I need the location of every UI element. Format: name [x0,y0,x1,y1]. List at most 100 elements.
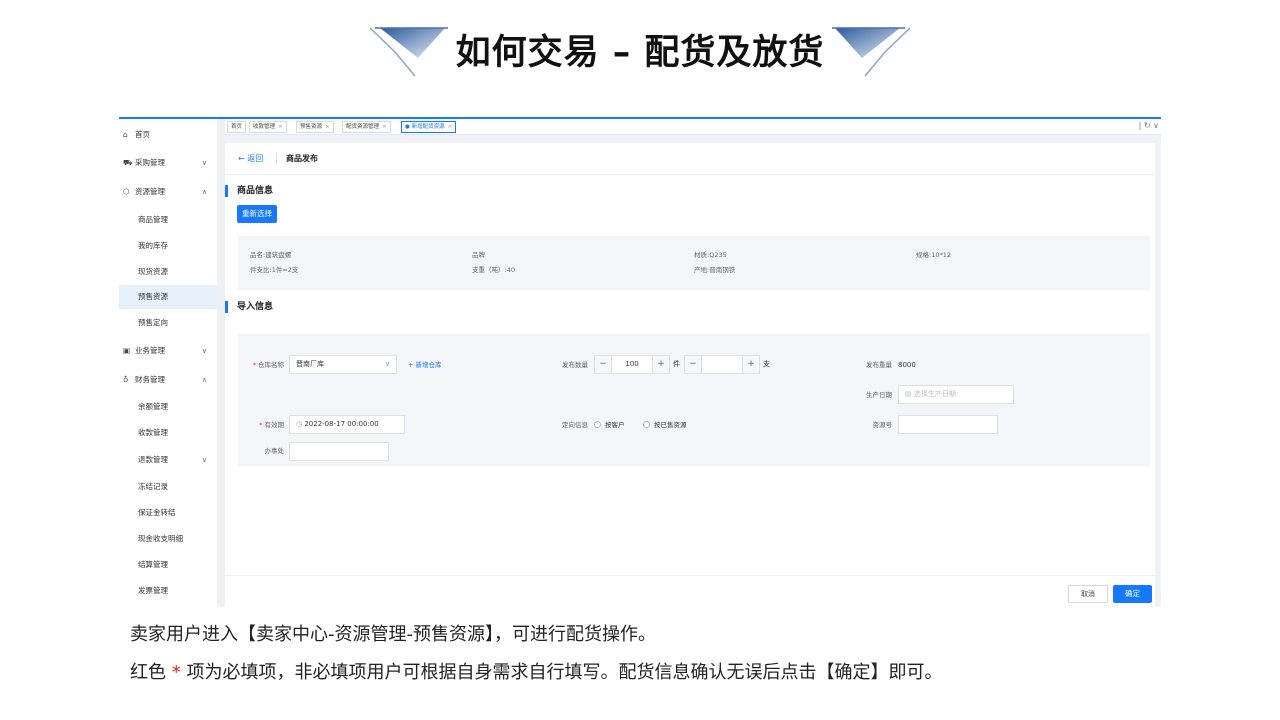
chevron-down-icon: ∨ [201,159,207,167]
tab-allocation-resources[interactable]: 配货资源管理 × [342,121,391,133]
sidebar-item-presale-resources[interactable]: 预售资源 [119,285,217,309]
sidebar-item-inventory[interactable]: 我的库存 [119,234,217,258]
product-ratio: 件支比:1件=2支 [250,266,299,274]
prod-date-picker[interactable]: ▤ 选择生产日期 [898,385,1014,404]
section-title-product: 商品信息 [225,185,273,197]
page-header: ← 返回 商品发布 [225,143,1155,175]
sidebar-item-frozen-records[interactable]: 冻结记录 [119,475,217,499]
sidebar-item-deposit-transfer[interactable]: 保证金转结 [119,501,217,525]
add-warehouse-link[interactable]: + 新增仓库 [408,360,442,370]
briefcase-icon: ▣ [123,346,131,355]
caption-line-1: 卖家用户进入【卖家中心-资源管理-预售资源】，可进行配货操作。 [130,624,656,645]
sidebar: ⌂ 首页 ⛟ 采购管理 ∨ ⬡ 资源管理 ∧ 商品管理 我的库存 现货资源 预售资源 预售… [119,119,217,607]
chevron-down-icon: ∨ [201,347,207,355]
chevron-down-icon: ∨ [384,360,390,368]
chevron-down-icon[interactable]: ∨ [1153,121,1159,130]
qty-sticks-input[interactable] [702,355,742,374]
office-label: 办事处 [264,447,285,455]
warehouse-label: * 仓库名称 [252,361,284,369]
sidebar-item-business[interactable]: ▣ 业务管理 ∨ [119,339,217,363]
close-icon[interactable]: × [325,124,330,130]
sidebar-item-finance[interactable]: ♁ 财务管理 ∧ [119,368,217,392]
calendar-icon: ▤ [905,390,914,398]
tab-new-allocation[interactable]: ● 新增配货资源 × [401,121,457,133]
office-input[interactable] [289,442,389,461]
tab-presale-resources[interactable]: 预售资源 × [296,121,334,133]
product-name: 品名:建筑盘螺 [250,251,292,259]
qty-pieces-input[interactable]: 100 [612,355,652,374]
import-form-panel: * 仓库名称 晋南厂库 ∨ + 新增仓库 发布数量 − 100 + 件 − + 支 … [238,334,1150,466]
sidebar-divider [217,119,225,607]
radio-icon [643,421,650,428]
cube-icon: ⬡ [123,187,130,196]
home-icon: ⌂ [123,130,128,139]
cancel-button[interactable]: 取消 [1068,585,1108,603]
tab-bar: 首页 收款管理 × 预售资源 × 配货资源管理 × ● 新增配货资源 × | ↻ ∨ [225,119,1161,135]
radio-icon [594,421,601,428]
sidebar-item-spot-resources[interactable]: 现货资源 [119,260,217,284]
close-icon[interactable]: × [278,124,283,130]
sidebar-item-collections[interactable]: 收款管理 [119,421,217,445]
sidebar-item-products[interactable]: 商品管理 [119,208,217,232]
qty-pieces-unit: 件 [673,360,680,368]
sidebar-item-resources[interactable]: ⬡ 资源管理 ∧ [119,180,217,204]
slide-header: 如何交易 – 配货及放货 [0,0,1280,100]
slide-title: 如何交易 – 配货及放货 [455,33,825,73]
product-origin: 产地:晋南钢铁 [694,266,736,274]
qty-pieces-increment[interactable]: + [652,355,670,374]
confirm-button[interactable]: 确定 [1113,585,1152,603]
qty-label: 发布数量 [562,361,588,369]
product-weight: 支重（吨）:40 [472,266,515,274]
content-card: ← 返回 商品发布 商品信息 重新选择 品名:建筑盘螺 品牌 材质:Q235 规… [225,143,1155,607]
app-screenshot: ⌂ 首页 ⛟ 采购管理 ∨ ⬡ 资源管理 ∧ 商品管理 我的库存 现货资源 预售资源 预售… [119,117,1161,607]
weight-label: 发布重量 [866,361,892,369]
wallet-icon: ♁ [123,375,129,384]
sidebar-item-home[interactable]: ⌂ 首页 [119,123,217,147]
sidebar-item-invoices[interactable]: 发票管理 [119,579,217,603]
resource-no-label: 资源号 [872,421,893,429]
refresh-icon[interactable]: ↻ [1144,121,1151,130]
warehouse-select[interactable]: 晋南厂库 ∨ [289,355,397,374]
required-star: * [171,662,181,683]
reselect-button[interactable]: 重新选择 [237,205,277,223]
chevron-up-icon: ∧ [201,376,207,384]
sidebar-item-presale-targeting[interactable]: 预售定向 [119,311,217,335]
sidebar-item-settlement[interactable]: 结算管理 [119,553,217,577]
radio-by-sold-resource[interactable]: 按已售资源 [643,420,687,430]
tab-home[interactable]: 首页 [227,121,247,133]
qty-sticks-increment[interactable]: + [742,355,760,374]
target-label: 定向信息 [562,421,588,429]
weight-value: 8000 [898,361,916,369]
tab-tools: | ↻ ∨ [1139,121,1159,131]
radio-by-customer[interactable]: 按客户 [594,420,625,430]
sidebar-item-refunds[interactable]: 退款管理 ∨ [119,448,217,472]
required-mark: * [252,361,256,369]
sidebar-item-balance[interactable]: 余额管理 [119,395,217,419]
form-footer: 取消 确定 [225,575,1155,607]
arrow-left-icon: ← [238,154,248,163]
tab-collections[interactable]: 收款管理 × [249,121,287,133]
product-material: 材质:Q235 [694,251,727,259]
qty-sticks-decrement[interactable]: − [684,355,702,374]
close-icon[interactable]: × [382,124,387,130]
divider [276,153,277,165]
chevron-down-icon: ∨ [201,456,207,464]
qty-pieces-decrement[interactable]: − [594,355,612,374]
prod-date-label: 生产日期 [866,391,892,399]
back-link[interactable]: ← 返回 [238,153,263,165]
chevron-up-icon: ∧ [201,188,207,196]
truck-icon: ⛟ [123,158,133,167]
caption-line-2: 红色 * 项为必填项，非必填项用户可根据自身需求自行填写。配货信息确认无误后点击… [130,662,943,683]
validity-picker[interactable]: ◷ 2022-08-17 00:00:00 [289,415,405,434]
close-icon[interactable]: × [448,124,453,130]
sidebar-item-purchase[interactable]: ⛟ 采购管理 ∨ [119,151,217,175]
resource-no-input[interactable] [898,415,998,434]
product-spec: 规格:10*12 [916,251,951,259]
product-info-panel: 品名:建筑盘螺 品牌 材质:Q235 规格:10*12 件支比:1件=2支 支重… [238,236,1150,290]
page-title: 商品发布 [286,154,318,163]
sidebar-item-cash-flow[interactable]: 现金收支明细 [119,527,217,551]
product-brand: 品牌 [472,251,485,259]
section-title-import: 导入信息 [225,301,273,313]
validity-label: * 有效期 [259,421,284,429]
required-mark: * [259,421,263,429]
